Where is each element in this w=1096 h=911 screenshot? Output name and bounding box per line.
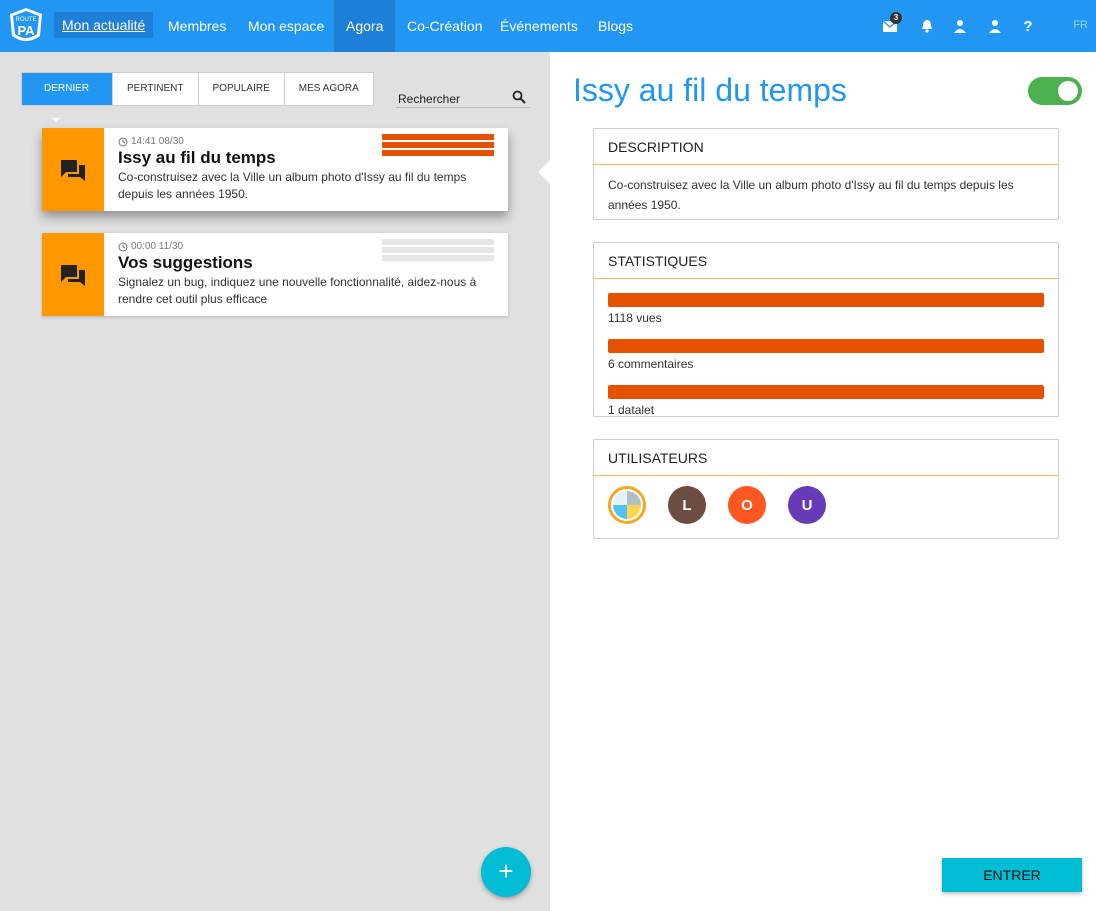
help-icon[interactable]: ? <box>1018 16 1038 36</box>
tab-populaire[interactable]: POPULAIRE <box>199 73 285 105</box>
users-heading: UTILISATEURS <box>594 440 1058 476</box>
forum-icon <box>61 264 85 286</box>
tab-dernier[interactable]: DERNIER <box>22 73 113 123</box>
clock-icon <box>118 242 128 251</box>
statistics-box: STATISTIQUES 1118 vues 6 commentaires 1 … <box>593 242 1059 417</box>
card-icon-bg <box>42 233 104 316</box>
tab-pertinent[interactable]: PERTINENT <box>113 73 199 105</box>
agora-card-suggestions[interactable]: 00:00 11/30 Vos suggestions Signalez un … <box>42 233 508 316</box>
selection-pointer <box>538 160 550 184</box>
mail-badge: 3 <box>890 12 902 24</box>
chevron-down-icon <box>52 118 60 123</box>
detail-title: Issy au fil du temps <box>573 72 847 108</box>
agora-card-issy[interactable]: 14:41 08/30 Issy au fil du temps Co-cons… <box>42 128 508 211</box>
activity-bars <box>382 239 494 263</box>
stat-bar <box>608 385 1044 399</box>
filter-tabs: DERNIER PERTINENT POPULAIRE MES AGORA <box>21 72 374 123</box>
activity-bar <box>382 247 494 253</box>
card-description: Co-construisez avec la Ville un album ph… <box>118 170 467 201</box>
stat-views: 1118 vues <box>594 293 1058 325</box>
nav-blogs[interactable]: Blogs <box>590 0 641 52</box>
tab-mes-agora[interactable]: MES AGORA <box>285 73 373 105</box>
stat-label: 6 commentaires <box>608 357 694 371</box>
stat-datalets: 1 datalet <box>594 385 1058 417</box>
user-list: L O U <box>594 476 1058 534</box>
search-icon[interactable] <box>512 90 526 104</box>
avatar-user-u[interactable]: U <box>788 486 826 524</box>
nav-mon-espace[interactable]: Mon espace <box>240 0 332 52</box>
mail-icon[interactable]: 3 <box>880 12 902 36</box>
stat-bar <box>608 293 1044 307</box>
activity-bar <box>382 239 494 245</box>
add-agora-button[interactable]: + <box>481 847 531 897</box>
description-box: DESCRIPTION Co-construisez avec la Ville… <box>593 128 1059 220</box>
route-pa-logo[interactable]: ROUTE PA <box>6 6 46 46</box>
stat-comments: 6 commentaires <box>594 339 1058 371</box>
avatar-user-o[interactable]: O <box>728 486 766 524</box>
statistics-heading: STATISTIQUES <box>594 243 1058 279</box>
description-text: Co-construisez avec la Ville un album ph… <box>608 178 1014 212</box>
users-box: UTILISATEURS L O U <box>593 439 1059 539</box>
top-navbar: ROUTE PA Mon actualité Membres Mon espac… <box>0 0 1096 52</box>
card-description: Signalez un bug, indiquez une nouvelle f… <box>118 275 477 306</box>
profile-icon[interactable] <box>985 16 1005 36</box>
avatar-user-l[interactable]: L <box>668 486 706 524</box>
card-icon-bg <box>42 128 104 211</box>
activity-bar <box>382 142 494 148</box>
search-field[interactable]: Rechercher <box>396 86 530 108</box>
stat-bar <box>608 339 1044 353</box>
nav-evenements[interactable]: Événements <box>492 0 586 52</box>
tab-dernier-label: DERNIER <box>44 83 90 94</box>
stat-label: 1118 vues <box>608 311 662 325</box>
search-label: Rechercher <box>398 92 461 106</box>
stat-label: 1 datalet <box>608 403 655 417</box>
card-time-text: 00:00 11/30 <box>131 241 184 252</box>
activity-bars <box>382 134 494 158</box>
avatar-owner[interactable] <box>608 486 646 524</box>
enter-button[interactable]: ENTRER <box>942 858 1082 892</box>
toggle-knob <box>1058 81 1078 101</box>
user-icon[interactable] <box>950 16 970 36</box>
clock-icon <box>118 137 128 146</box>
forum-icon <box>61 159 85 181</box>
nav-agora[interactable]: Agora <box>334 0 396 52</box>
nav-co-creation[interactable]: Co-Création <box>399 0 490 52</box>
card-time-text: 14:41 08/30 <box>131 136 184 147</box>
description-heading: DESCRIPTION <box>594 129 1058 165</box>
activity-bar <box>382 150 494 156</box>
bell-icon[interactable] <box>917 16 937 36</box>
activity-bar <box>382 255 494 261</box>
svg-text:PA: PA <box>17 23 35 38</box>
nav-membres[interactable]: Membres <box>160 0 234 52</box>
follow-toggle[interactable] <box>1028 77 1082 105</box>
activity-bar <box>382 134 494 140</box>
nav-mon-actualite[interactable]: Mon actualité <box>54 12 154 38</box>
language-selector[interactable]: FR <box>1073 19 1088 31</box>
